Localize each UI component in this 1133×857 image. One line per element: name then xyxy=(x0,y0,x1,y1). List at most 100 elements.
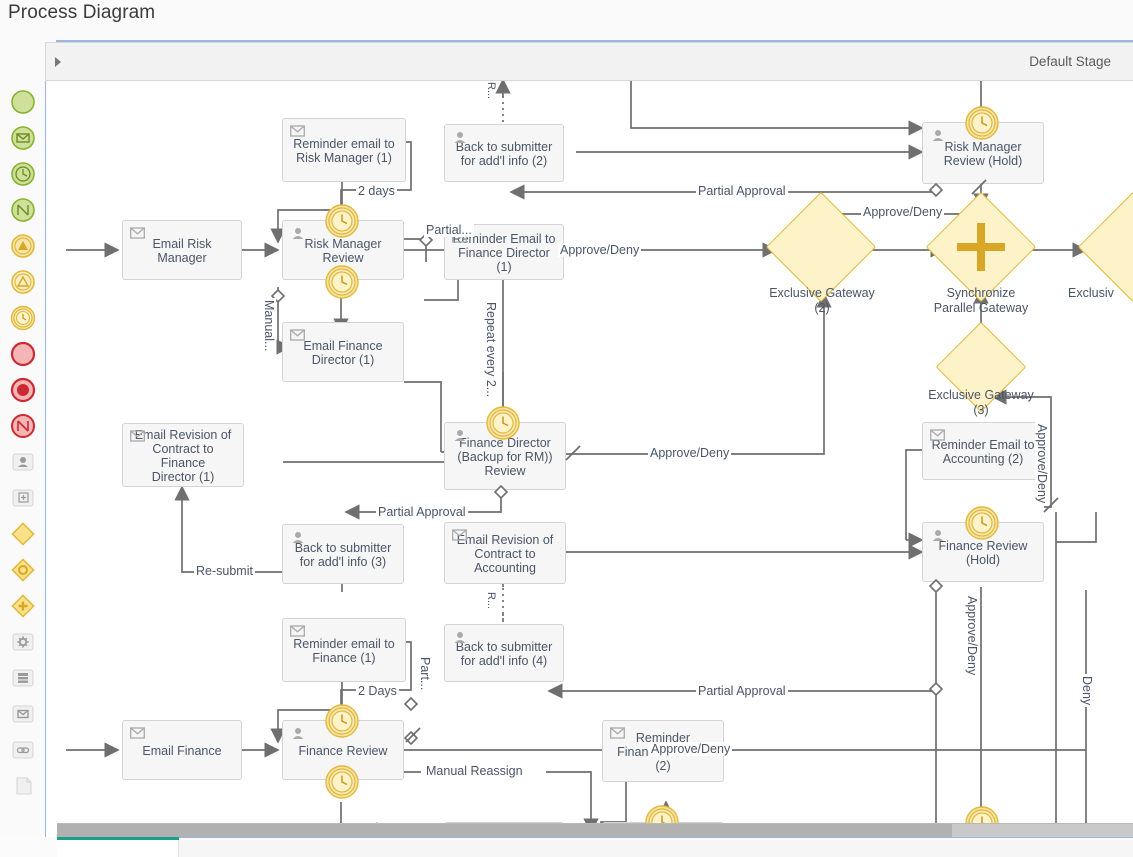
gateway-exclusive-right-label: Exclusiv xyxy=(1068,286,1133,301)
edge-label-2-days-bottom: 2 Days xyxy=(356,684,399,698)
palette-item-subprocess[interactable] xyxy=(9,484,37,512)
boundary-timer-finance-review-bottom[interactable] xyxy=(323,763,361,806)
user-icon xyxy=(452,131,467,144)
palette-item-intermediate-throw-event[interactable] xyxy=(9,232,37,260)
filled-circle-red-icon xyxy=(9,376,37,404)
task-email-finance[interactable]: Email Finance xyxy=(122,720,242,780)
task-reminder-email-finance-1[interactable]: Reminder email to Finance (1) xyxy=(282,618,406,682)
edge-label-manual-1: Manual... xyxy=(262,298,276,353)
bottom-accent-bar xyxy=(57,837,179,840)
user-icon xyxy=(452,631,467,644)
palette-item-exclusive-gateway[interactable] xyxy=(9,520,37,548)
edge-label-re-vert-mid: R... xyxy=(484,590,498,611)
task-label: Back to submitter for add'l info (3) xyxy=(289,541,397,569)
circle-green-icon xyxy=(9,88,37,116)
task-email-risk-manager[interactable]: Email Risk Manager xyxy=(122,220,242,280)
horizontal-scrollbar-thumb[interactable] xyxy=(57,824,952,838)
boundary-timer-finance-director-backup-review[interactable] xyxy=(484,404,522,447)
palette-item-association-link[interactable] xyxy=(9,736,37,764)
edge-label-part-vert: Part... xyxy=(418,655,432,692)
clock-circle-yellow-icon xyxy=(963,504,1001,542)
diagram-canvas[interactable]: Email Risk Manager Reminder email to Ris… xyxy=(45,42,1133,837)
envelope-icon xyxy=(290,125,305,138)
palette-item-script-task[interactable] xyxy=(9,664,37,692)
palette-item-intermediate-timer-event[interactable] xyxy=(9,304,37,332)
clock-circle-yellow-icon xyxy=(323,263,361,301)
user-icon xyxy=(930,129,945,142)
clock-circle-yellow-icon xyxy=(963,104,1001,142)
envelope-icon xyxy=(290,329,305,342)
envelope-icon xyxy=(9,700,37,728)
task-label: Finance Review xyxy=(289,744,397,758)
task-back-to-submitter-3[interactable]: Back to submitter for add'l info (3) xyxy=(282,524,404,584)
task-label: Email Risk Manager xyxy=(129,237,235,265)
gateway-exclusive-2[interactable] xyxy=(782,208,860,286)
gateway-synchronize-parallel[interactable] xyxy=(942,208,1020,286)
boundary-timer-risk-manager-review-hold[interactable] xyxy=(963,104,1001,147)
palette-item-send-task[interactable] xyxy=(9,700,37,728)
envelope-circle-green-icon xyxy=(9,124,37,152)
link-icon xyxy=(9,736,37,764)
palette-item-end-terminate-event[interactable] xyxy=(9,376,37,404)
palette-item-inclusive-gateway[interactable] xyxy=(9,556,37,584)
palette-item-start-signal-event[interactable] xyxy=(9,196,37,224)
stage-name-label: Default Stage xyxy=(1029,54,1111,69)
bottom-divider-line xyxy=(57,837,1133,838)
palette-item-end-signal-event[interactable] xyxy=(9,412,37,440)
edge-label-2-days-top: 2 days xyxy=(356,184,397,198)
edge-label-re-vert-top: R... xyxy=(484,80,498,101)
clock-circle-green-icon xyxy=(9,160,37,188)
edge-label-repeat-every-2: Repeat every 2... xyxy=(484,300,498,399)
bottom-right-cell xyxy=(179,840,1133,857)
task-back-to-submitter-4[interactable]: Back to submitter for add'l info (4) xyxy=(444,624,564,682)
palette-item-data-object[interactable] xyxy=(9,772,37,800)
boundary-timer-risk-manager-review-bottom[interactable] xyxy=(323,263,361,306)
clock-circle-yellow-icon xyxy=(323,702,361,740)
edge-label-partial-top: Partial... xyxy=(424,223,474,237)
palette-item-user-task[interactable] xyxy=(9,448,37,476)
palette-item-intermediate-catch-event[interactable] xyxy=(9,268,37,296)
horizontal-scrollbar-track[interactable] xyxy=(57,823,1133,837)
task-label: Email Revision of Contract to Finance Di… xyxy=(129,428,237,484)
palette-item-start-message-event[interactable] xyxy=(9,124,37,152)
edge-label-approve-deny-v2: Approve/Deny xyxy=(965,594,979,677)
palette-item-start-timer-event[interactable] xyxy=(9,160,37,188)
envelope-icon xyxy=(130,727,145,740)
task-label: Email Finance Director (1) xyxy=(289,339,397,367)
palette-item-parallel-gateway[interactable] xyxy=(9,592,37,620)
task-email-revision-contract-accounting[interactable]: Email Revision of Contract to Accounting xyxy=(444,522,566,584)
process-diagram-app: Process Diagram xyxy=(0,0,1133,857)
envelope-icon xyxy=(930,429,945,442)
boundary-timer-finance-review-top[interactable] xyxy=(323,702,361,745)
palette-item-start-none-event[interactable] xyxy=(9,88,37,116)
task-label: Back to submitter for add'l info (2) xyxy=(451,140,557,168)
edge-label-re-submit: Re-submit xyxy=(194,564,255,578)
user-icon xyxy=(452,429,467,442)
triangle-right-icon xyxy=(55,57,61,67)
task-reminder-email-risk-manager-1[interactable]: Reminder email to Risk Manager (1) xyxy=(282,118,406,182)
edge-label-approve-deny-2: Approve/Deny xyxy=(861,205,944,219)
task-email-finance-director-1[interactable]: Email Finance Director (1) xyxy=(282,322,404,382)
stage-collapse-toggle[interactable] xyxy=(45,42,70,81)
envelope-icon xyxy=(452,529,467,542)
gateway-exclusive-right[interactable] xyxy=(1094,208,1133,286)
palette-item-end-none-event[interactable] xyxy=(9,340,37,368)
clock-circle-yellow-icon xyxy=(484,404,522,442)
edge-label-approve-deny-3: Approve/Deny xyxy=(648,446,731,460)
script-list-icon xyxy=(9,664,37,692)
boundary-timer-risk-manager-review-top[interactable] xyxy=(323,202,361,245)
envelope-icon xyxy=(610,727,625,740)
task-email-revision-contract-finance-director-1[interactable]: Email Revision of Contract to Finance Di… xyxy=(122,423,244,487)
boundary-timer-finance-review-hold[interactable] xyxy=(963,504,1001,547)
element-palette xyxy=(0,44,45,857)
stage-header-bar: Default Stage xyxy=(70,42,1133,81)
task-back-to-submitter-2[interactable]: Back to submitter for add'l info (2) xyxy=(444,124,564,182)
user-icon xyxy=(930,529,945,542)
clock-circle-yellow-icon xyxy=(9,304,37,332)
edge-label-partial-approval-1: Partial Approval xyxy=(696,184,788,198)
signal-circle-green-icon xyxy=(9,196,37,224)
edge-label-partial-approval-3: Partial Approval xyxy=(696,684,788,698)
user-icon xyxy=(290,227,305,240)
task-reminder-email-accounting-2[interactable]: Reminder Email to Accounting (2) xyxy=(922,422,1044,480)
palette-item-service-task[interactable] xyxy=(9,628,37,656)
